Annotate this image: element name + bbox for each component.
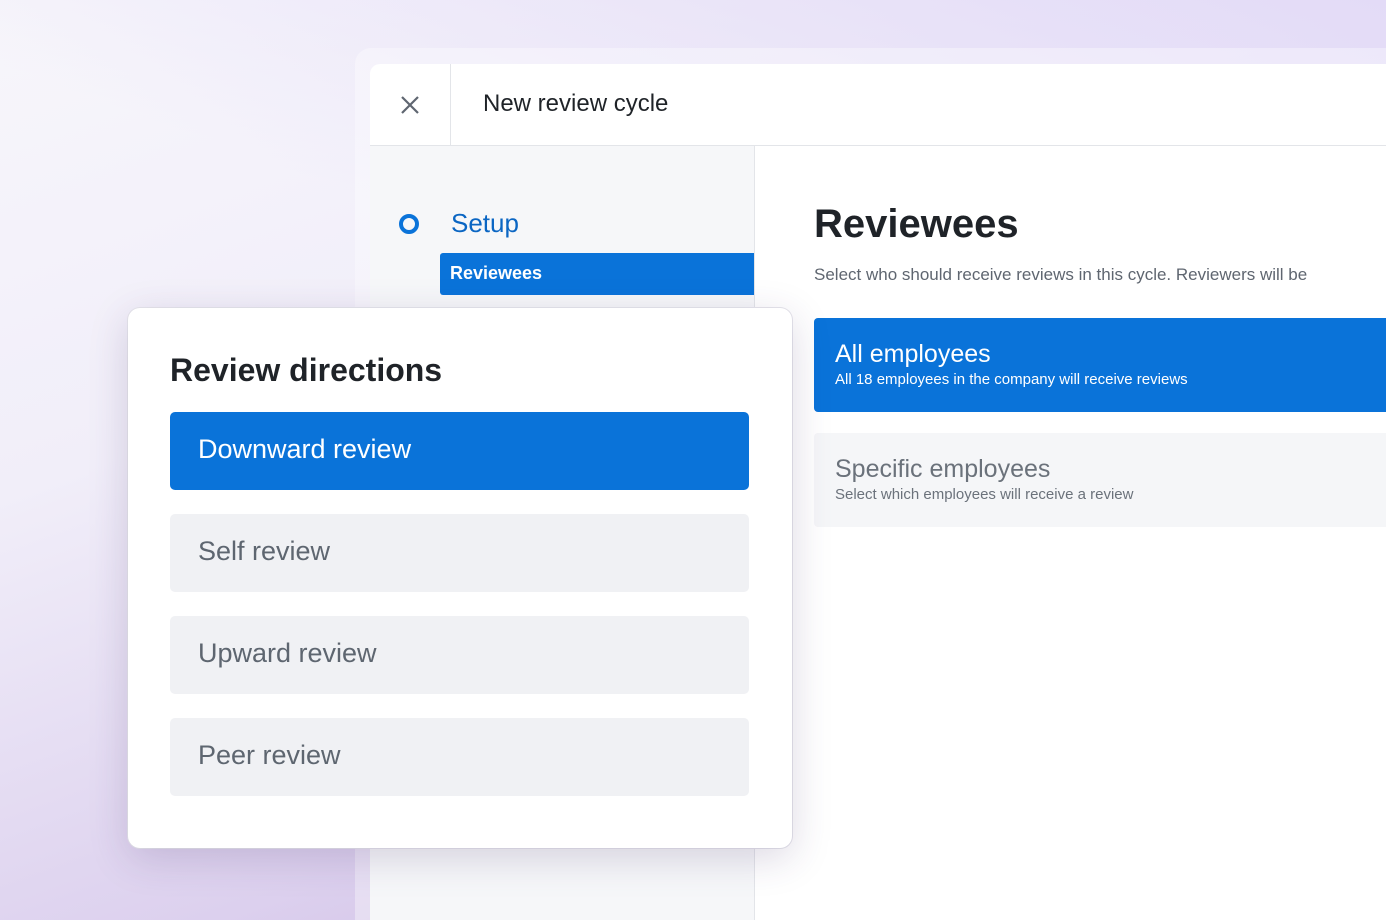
peer-review-button[interactable]: Peer review [170,718,749,796]
option-title: All employees [835,340,991,368]
upward-review-button[interactable]: Upward review [170,616,749,694]
step-circle-icon [399,214,419,234]
option-title: Specific employees [835,455,1051,483]
close-icon [401,95,419,114]
page-title: Reviewees [814,202,1019,246]
review-directions-card: Review directions Downward review Self r… [128,308,792,848]
option-subtitle: All 18 employees in the company will rec… [835,371,1188,388]
downward-review-button[interactable]: Downward review [170,412,749,490]
option-specific-employees[interactable]: Specific employees Select which employee… [814,433,1386,527]
sidebar-item-reviewees[interactable]: Reviewees [440,253,754,295]
window-title: New review cycle [483,90,669,117]
main-content: Reviewees Select who should receive revi… [814,146,1386,920]
self-review-button[interactable]: Self review [170,514,749,592]
option-subtitle: Select which employees will receive a re… [835,486,1134,503]
window-header: New review cycle [370,64,1386,146]
card-title: Review directions [170,352,443,388]
sidebar-section-setup[interactable]: Setup [451,208,519,239]
close-button[interactable] [370,64,451,145]
page-description: Select who should receive reviews in thi… [814,265,1308,284]
option-all-employees[interactable]: All employees All 18 employees in the co… [814,318,1386,412]
